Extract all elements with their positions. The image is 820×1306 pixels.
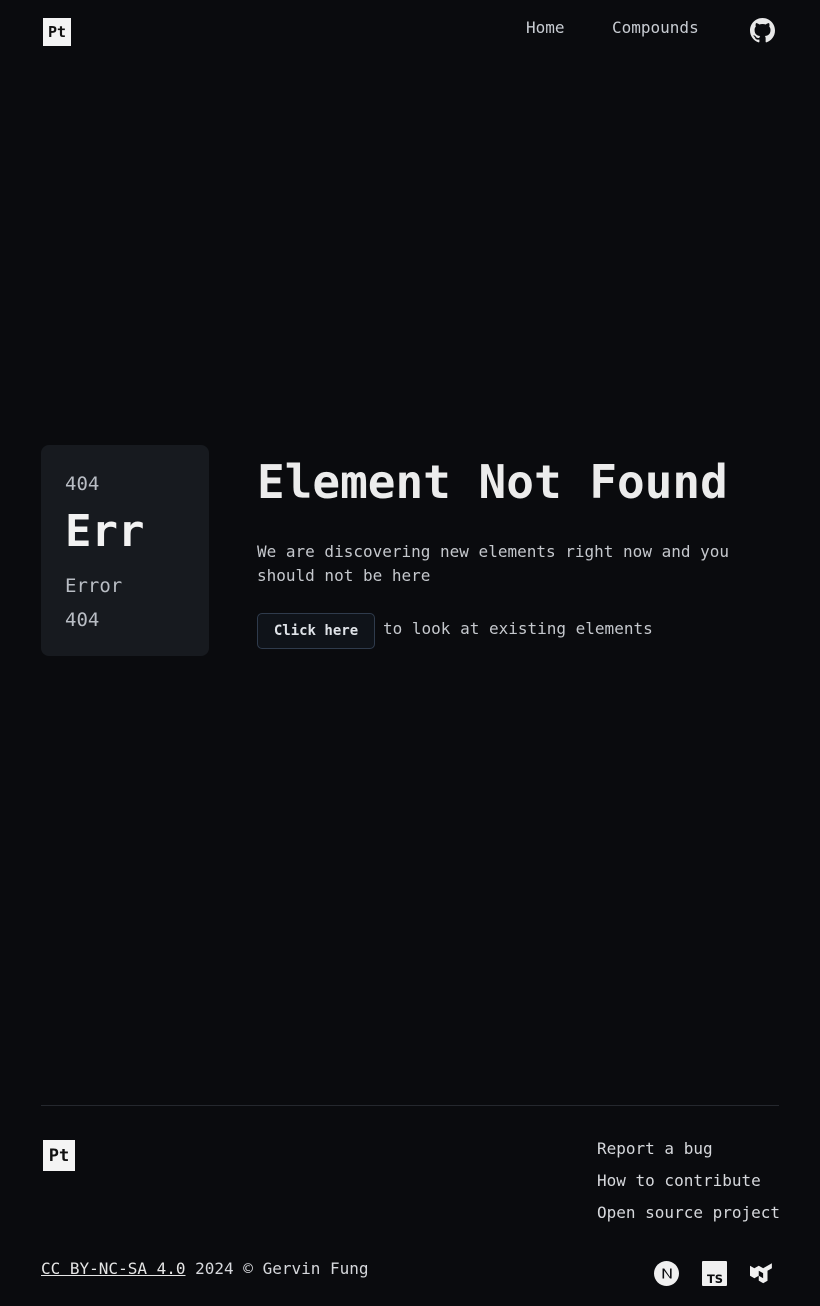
github-icon[interactable]	[750, 18, 775, 43]
svg-text:TS: TS	[707, 1272, 723, 1286]
nextjs-icon[interactable]	[654, 1261, 679, 1286]
click-here-button[interactable]: Click here	[257, 613, 375, 649]
page-description: We are discovering new elements right no…	[257, 542, 730, 585]
copyright-text: 2024 © Gervin Fung	[195, 1259, 369, 1278]
element-symbol: Err	[65, 506, 145, 557]
mui-icon[interactable]	[750, 1261, 775, 1286]
report-bug-link[interactable]: Report a bug	[597, 1139, 713, 1158]
element-card: 404 Err Error 404	[41, 445, 209, 656]
logo-text: Pt	[47, 23, 67, 41]
footer-divider	[41, 1105, 779, 1106]
license-link[interactable]: CC BY-NC-SA 4.0	[41, 1259, 186, 1278]
header-logo[interactable]: Pt	[43, 18, 71, 46]
copyright-line: CC BY-NC-SA 4.0 2024 © Gervin Fung	[41, 1259, 369, 1278]
footer-logo[interactable]: Pt	[43, 1140, 75, 1171]
how-to-contribute-link[interactable]: How to contribute	[597, 1171, 761, 1190]
typescript-icon[interactable]: TS	[702, 1261, 727, 1286]
cta-text: to look at existing elements	[383, 619, 653, 638]
logo-text: Pt	[48, 1145, 70, 1166]
open-source-project-link[interactable]: Open source project	[597, 1203, 780, 1222]
element-name: Error 404	[65, 575, 123, 631]
page-title: Element Not Found	[257, 455, 728, 509]
nav-home-link[interactable]: Home	[526, 18, 565, 37]
page: Pt Home Compounds 404 Err Error 404 Elem…	[0, 0, 820, 1306]
element-number: 404	[65, 473, 100, 495]
nav-compounds-link[interactable]: Compounds	[612, 18, 699, 37]
